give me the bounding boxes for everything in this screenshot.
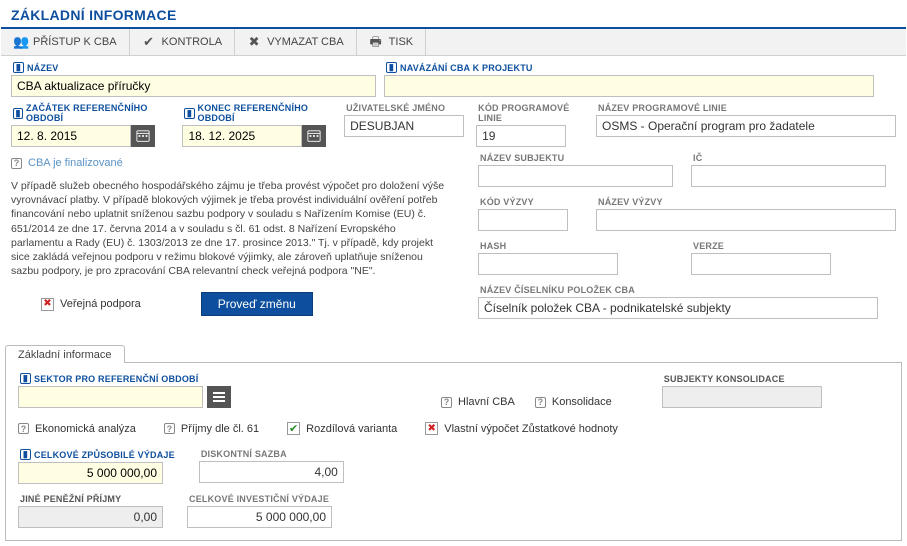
tabstrip: Základní informace: [5, 341, 902, 363]
nazevlinie-input: [596, 115, 896, 137]
nazev-subjektu-label: NÁZEV SUBJEKTU: [480, 153, 683, 163]
page-title: ZÁKLADNÍ INFORMACE: [11, 7, 896, 23]
tisk-button[interactable]: 🖶 TISK: [357, 29, 426, 55]
hlavni-cba-label: Hlavní CBA: [458, 396, 515, 408]
uzivatel-label: UŽIVATELSKÉ JMÉNO: [346, 103, 464, 113]
konec-input[interactable]: [182, 125, 302, 147]
prijmy-cl61-check[interactable]: ? Příjmy dle čl. 61: [164, 423, 259, 435]
nazev-subjektu-input: [478, 165, 673, 187]
ekon-analyza-check[interactable]: ? Ekonomická analýza: [18, 423, 136, 435]
ekon-analyza-label: Ekonomická analýza: [35, 423, 136, 435]
help-icon[interactable]: ?: [164, 423, 175, 434]
required-icon: ▮: [20, 449, 31, 460]
zacatek-date-picker[interactable]: [131, 125, 155, 147]
nazev-vyzvy-input: [596, 209, 896, 231]
calendar-icon: [307, 129, 321, 143]
checkbox-true-icon: [287, 422, 300, 435]
nazevlinie-label: NÁZEV PROGRAMOVÉ LINIE: [598, 103, 896, 113]
subjekty-kons-label: SUBJEKTY KONSOLIDACE: [664, 374, 822, 384]
vymazat-label: VYMAZAT CBA: [267, 36, 344, 48]
list-icon: [213, 391, 225, 403]
checkbox-false-icon: [425, 422, 438, 435]
tab-basic-info[interactable]: Základní informace: [5, 345, 125, 363]
nazev-vyzvy-label: NÁZEV VÝZVY: [598, 197, 896, 207]
print-icon: 🖶: [369, 35, 383, 49]
help-icon[interactable]: ?: [535, 397, 546, 408]
verejna-podpora-label: Veřejná podpora: [60, 298, 141, 310]
tisk-label: TISK: [389, 36, 413, 48]
verejna-podpora-check[interactable]: Veřejná podpora: [41, 298, 141, 311]
sektor-lookup-button[interactable]: [207, 386, 231, 408]
check-group: ? Ekonomická analýza ? Příjmy dle čl. 61…: [18, 422, 889, 435]
access-cba-button[interactable]: 👥 PŘÍSTUP K CBA: [1, 29, 130, 55]
required-icon: ▮: [184, 108, 194, 119]
finalized-row: ? CBA je finalizované: [11, 157, 466, 169]
nazev-input[interactable]: [11, 75, 376, 97]
hlavni-cba-check[interactable]: ? Hlavní CBA: [441, 396, 515, 408]
kod-vyzvy-input: [478, 209, 568, 231]
ic-input: [691, 165, 886, 187]
section-header: ZÁKLADNÍ INFORMACE: [1, 1, 906, 29]
zacatek-label: ▮ZAČÁTEK REFERENČNÍHO OBDOBÍ: [13, 103, 170, 123]
required-icon: ▮: [386, 62, 397, 73]
help-icon[interactable]: ?: [441, 397, 452, 408]
required-icon: ▮: [20, 373, 31, 384]
basic-info-panel: ▮SEKTOR PRO REFERENČNÍ OBDOBÍ ? Hlavní C…: [5, 363, 902, 541]
konec-date-picker[interactable]: [302, 125, 326, 147]
people-icon: 👥: [13, 35, 27, 49]
diskontni-label: DISKONTNÍ SAZBA: [201, 449, 344, 459]
checkbox-false-icon: [41, 298, 54, 311]
form-body: ▮NÁZEV ▮NAVÁZÁNÍ CBA K PROJEKTU ▮ZAČÁTEK…: [1, 56, 906, 331]
finalized-label: CBA je finalizované: [28, 157, 123, 169]
help-icon[interactable]: ?: [11, 158, 22, 169]
prijmy-cl61-label: Příjmy dle čl. 61: [181, 423, 259, 435]
navazani-input[interactable]: [384, 75, 874, 97]
subjekty-kons-input: [662, 386, 822, 408]
kontrola-button[interactable]: ✔ KONTROLA: [130, 29, 236, 55]
celkove-vydaje-label: ▮CELKOVÉ ZPŮSOBILÉ VÝDAJE: [20, 449, 175, 460]
explain-text: V případě služeb obecného hospodářského …: [11, 179, 451, 278]
verze-input: [691, 253, 831, 275]
sektor-input[interactable]: [18, 386, 203, 408]
ic-label: IČ: [693, 153, 896, 163]
investicni-label: CELKOVÉ INVESTIČNÍ VÝDAJE: [189, 494, 332, 504]
calendar-icon: [136, 129, 150, 143]
vlastni-vypocet-label: Vlastní výpočet Zůstatkové hodnoty: [444, 423, 618, 435]
hash-input: [478, 253, 618, 275]
kodlinie-label: KÓD PROGRAMOVÉ LINIE: [478, 103, 584, 123]
ciselnik-input: [478, 297, 878, 319]
rozdilova-check[interactable]: Rozdílová varianta: [287, 422, 397, 435]
help-icon[interactable]: ?: [18, 423, 29, 434]
verze-label: VERZE: [693, 241, 896, 251]
sektor-label: ▮SEKTOR PRO REFERENČNÍ OBDOBÍ: [20, 373, 231, 384]
zacatek-input[interactable]: [11, 125, 131, 147]
page-root: ZÁKLADNÍ INFORMACE 👥 PŘÍSTUP K CBA ✔ KON…: [0, 0, 907, 546]
diskontni-input: [199, 461, 344, 483]
ciselnik-label: NÁZEV ČÍSELNÍKU POLOŽEK CBA: [480, 285, 896, 295]
proved-zmenu-button[interactable]: Proveď změnu: [201, 292, 313, 316]
toolbar: 👥 PŘÍSTUP K CBA ✔ KONTROLA ✖ VYMAZAT CBA…: [1, 29, 906, 56]
vymazat-button[interactable]: ✖ VYMAZAT CBA: [235, 29, 357, 55]
check-icon: ✔: [142, 35, 156, 49]
required-icon: ▮: [13, 108, 23, 119]
investicni-input: [187, 506, 332, 528]
konec-label: ▮KONEC REFERENČNÍHO OBDOBÍ: [184, 103, 332, 123]
celkove-vydaje-input[interactable]: [18, 462, 163, 484]
hash-label: HASH: [480, 241, 683, 251]
rozdilova-label: Rozdílová varianta: [306, 423, 397, 435]
jine-prijmy-label: JINÉ PENĚŽNÍ PŘÍJMY: [20, 494, 163, 504]
kodlinie-input: [476, 125, 566, 147]
navazani-label: ▮NAVÁZÁNÍ CBA K PROJEKTU: [386, 62, 896, 73]
kontrola-label: KONTROLA: [162, 36, 223, 48]
konsolidace-check[interactable]: ? Konsolidace: [535, 396, 612, 408]
konsolidace-label: Konsolidace: [552, 396, 612, 408]
required-icon: ▮: [13, 62, 24, 73]
kod-vyzvy-label: KÓD VÝZVY: [480, 197, 588, 207]
vlastni-vypocet-check[interactable]: Vlastní výpočet Zůstatkové hodnoty: [425, 422, 618, 435]
uzivatel-input: [344, 115, 464, 137]
access-cba-label: PŘÍSTUP K CBA: [33, 36, 117, 48]
jine-prijmy-input: [18, 506, 163, 528]
delete-icon: ✖: [247, 35, 261, 49]
nazev-label: ▮NÁZEV: [13, 62, 376, 73]
